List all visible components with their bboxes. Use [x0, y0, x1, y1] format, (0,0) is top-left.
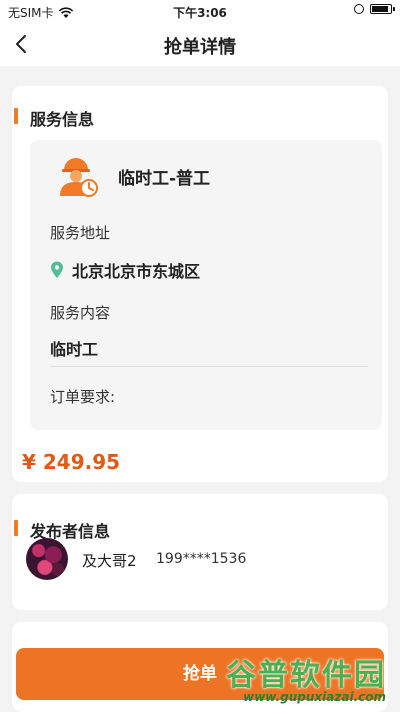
address-value: 北京北京市东城区 [72, 262, 201, 281]
avatar [26, 538, 68, 580]
service-detail-box: 临时工-普工 服务地址 北京北京市东城区 服务内容 临时工 订单要求: [30, 140, 382, 430]
watermark-url: www.gupuxiazai.com [243, 690, 386, 704]
status-time: 下午3:06 [173, 6, 227, 20]
location-pin-icon [51, 261, 63, 278]
status-right [354, 4, 395, 14]
nav-bar: 抢单详情 [0, 22, 400, 66]
page-title: 抢单详情 [164, 37, 236, 58]
address-row: 北京北京市东城区 [50, 258, 200, 282]
publisher-name: 及大哥2 [82, 552, 137, 570]
status-bar: 无SIM卡 下午3:06 [0, 0, 400, 22]
divider [50, 366, 368, 367]
requirements-label: 订单要求: [50, 388, 116, 406]
watermark-text: 谷普软件园 [226, 658, 386, 693]
price: ¥ 249.95 [22, 450, 121, 474]
publisher-phone: 199****1536 [156, 551, 247, 567]
worker-icon [60, 158, 98, 197]
service-info-card: 服务信息 临时工-普工 服务地址 北京北京市东城区 服务内容 临时工 订单要求:… [12, 86, 388, 482]
publisher-info-card: 发布者信息 及大哥2 199****1536 [12, 494, 388, 610]
rotation-lock-icon [354, 4, 364, 14]
battery-icon [370, 4, 395, 14]
job-title: 临时工-普工 [118, 169, 211, 189]
address-label: 服务地址 [50, 224, 111, 242]
service-section-title: 服务信息 [13, 106, 94, 130]
content-value: 临时工 [50, 340, 99, 359]
watermark: 谷普软件园 www.gupuxiazai.com [206, 650, 394, 710]
content-label: 服务内容 [50, 304, 111, 322]
